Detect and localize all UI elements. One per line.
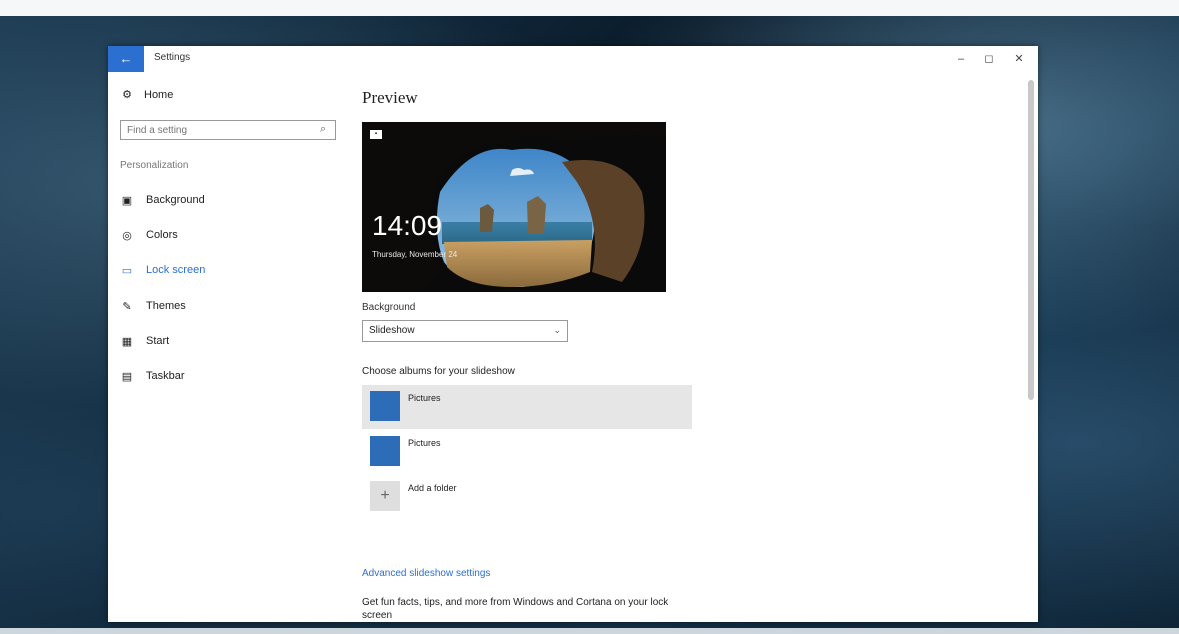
sidebar-item-label: Colors xyxy=(146,229,178,241)
close-icon: ✕ xyxy=(1014,53,1024,65)
back-arrow-icon: ← xyxy=(119,51,133,66)
settings-window: ← Settings – ◻ ✕ ⚙ Home ⌕ Personalizatio… xyxy=(108,46,1038,622)
picture-icon: ▣ xyxy=(121,194,133,207)
sidebar-item-label: Taskbar xyxy=(146,370,185,382)
tips-description: Get fun facts, tips, and more from Windo… xyxy=(362,597,669,621)
brush-icon: ✎ xyxy=(122,300,132,313)
top-strip xyxy=(0,0,1179,16)
minimize-icon: – xyxy=(957,53,965,65)
preview-time: 14:09 xyxy=(372,210,443,241)
sidebar-item-colors[interactable]: ◎ Colors xyxy=(120,225,178,245)
bottom-strip xyxy=(0,628,1179,634)
maximize-button[interactable]: ◻ xyxy=(974,49,1004,69)
sidebar-item-label: Start xyxy=(146,335,170,347)
add-folder-button[interactable]: + Add a folder xyxy=(362,475,692,519)
folder-thumbnail xyxy=(370,436,400,466)
lock-screen-icon: ▭ xyxy=(121,264,133,277)
cave-beach-image xyxy=(362,122,666,292)
sidebar-item-start[interactable]: ▦ Start xyxy=(120,331,169,351)
scrollbar[interactable] xyxy=(1028,80,1034,400)
sidebar-item-background[interactable]: ▣ Background xyxy=(120,190,205,210)
add-folder-label: Add a folder xyxy=(408,483,457,493)
back-button[interactable]: ← xyxy=(108,46,144,72)
title-bar: ← Settings – ◻ ✕ xyxy=(108,46,1038,72)
maximize-icon: ◻ xyxy=(984,53,994,65)
minimize-button[interactable]: – xyxy=(946,49,976,69)
album-label: Pictures xyxy=(408,438,441,448)
folder-thumbnail xyxy=(370,391,400,421)
album-item-pictures[interactable]: Pictures xyxy=(362,430,692,474)
search-input[interactable] xyxy=(120,120,336,140)
window-title: Settings xyxy=(154,52,191,63)
sidebar-item-label: Background xyxy=(146,194,205,206)
section-title: Personalization xyxy=(120,160,189,171)
start-grid-icon: ▦ xyxy=(121,335,133,348)
sidebar-item-themes[interactable]: ✎ Themes xyxy=(120,296,186,316)
sidebar-item-home[interactable]: ⚙ Home xyxy=(120,88,174,102)
album-item-pictures[interactable]: Pictures xyxy=(362,385,692,429)
chevron-down-icon: ⌄ xyxy=(553,325,561,335)
albums-label: Choose albums for your slideshow xyxy=(362,366,515,377)
sidebar-item-taskbar[interactable]: ▤ Taskbar xyxy=(120,366,185,386)
sidebar-item-lock-screen[interactable]: ▭ Lock screen xyxy=(120,260,206,280)
background-dropdown-value: Slideshow xyxy=(369,325,415,336)
gear-icon: ⚙ xyxy=(122,89,132,101)
palette-icon: ◎ xyxy=(122,229,132,242)
sidebar-item-label: Lock screen xyxy=(146,264,206,276)
sidebar: ⚙ Home ⌕ Personalization ▣ Background ◎ … xyxy=(108,72,348,622)
background-label: Background xyxy=(362,302,416,313)
notification-badge-icon: ▪ xyxy=(370,130,382,139)
album-label: Pictures xyxy=(408,393,441,403)
plus-icon: + xyxy=(370,481,400,511)
close-button[interactable]: ✕ xyxy=(1004,49,1034,69)
page-title: Preview xyxy=(362,88,418,107)
main-content: Preview ▪ 14:09 Thursday, November 24 Ba… xyxy=(362,72,1022,622)
search-icon[interactable]: ⌕ xyxy=(320,123,326,136)
lock-screen-preview: ▪ 14:09 Thursday, November 24 xyxy=(362,122,666,292)
advanced-slideshow-settings-link[interactable]: Advanced slideshow settings xyxy=(362,568,490,579)
sidebar-item-label: Themes xyxy=(146,300,186,312)
background-dropdown[interactable]: Slideshow ⌄ xyxy=(362,320,568,342)
home-label: Home xyxy=(144,88,174,101)
taskbar-icon: ▤ xyxy=(121,370,133,383)
preview-date: Thursday, November 24 xyxy=(372,250,458,259)
